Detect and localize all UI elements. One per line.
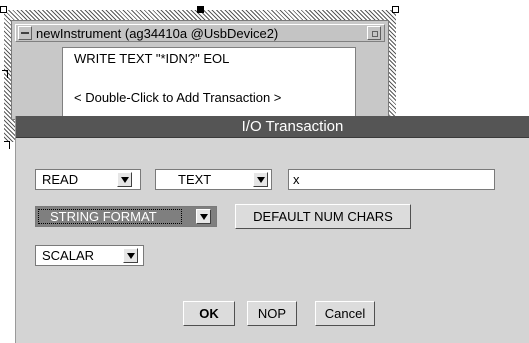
expression-input[interactable] — [288, 169, 495, 190]
cancel-button[interactable]: Cancel — [315, 301, 375, 326]
resize-handle-top-right[interactable] — [392, 6, 399, 13]
transaction-row[interactable]: WRITE TEXT "*IDN?" EOL — [74, 51, 229, 66]
minimize-icon[interactable] — [18, 26, 32, 40]
connection-pin-left — [2, 70, 8, 78]
type-select[interactable]: SCALAR — [35, 245, 144, 266]
chevron-down-icon[interactable] — [253, 172, 268, 187]
object-title-bar[interactable]: newInstrument (ag34410a @UsbDevice2) — [15, 24, 385, 42]
chevron-down-icon[interactable] — [117, 172, 132, 187]
type-select-value: SCALAR — [42, 248, 95, 263]
io-transaction-dialog: I/O Transaction READ TEXT STRING FORMAT … — [15, 116, 529, 343]
add-transaction-row[interactable]: < Double-Click to Add Transaction > — [74, 90, 281, 105]
encoding-select[interactable]: TEXT — [155, 169, 272, 190]
action-select-value: READ — [42, 172, 79, 187]
chevron-down-icon[interactable] — [123, 248, 138, 263]
default-num-chars-button[interactable]: DEFAULT NUM CHARS — [235, 204, 411, 229]
action-select[interactable]: READ — [35, 169, 141, 190]
instrument-object[interactable]: newInstrument (ag34410a @UsbDevice2) WRI… — [11, 20, 389, 121]
encoding-select-value: TEXT — [178, 172, 212, 187]
ok-button[interactable]: OK — [183, 301, 235, 326]
connection-pin-bottom-left — [4, 141, 10, 149]
format-select-value: STRING FORMAT — [50, 209, 157, 224]
maximize-icon[interactable] — [367, 26, 381, 40]
resize-handle-top-left[interactable] — [0, 6, 7, 13]
resize-handle-top[interactable] — [197, 6, 204, 13]
format-select[interactable]: STRING FORMAT — [35, 206, 217, 227]
transaction-list[interactable]: WRITE TEXT "*IDN?" EOL < Double-Click to… — [62, 47, 356, 121]
chevron-down-icon[interactable] — [196, 209, 211, 224]
dialog-title: I/O Transaction — [16, 116, 529, 138]
object-title: newInstrument (ag34410a @UsbDevice2) — [36, 26, 279, 41]
nop-button[interactable]: NOP — [247, 301, 297, 326]
